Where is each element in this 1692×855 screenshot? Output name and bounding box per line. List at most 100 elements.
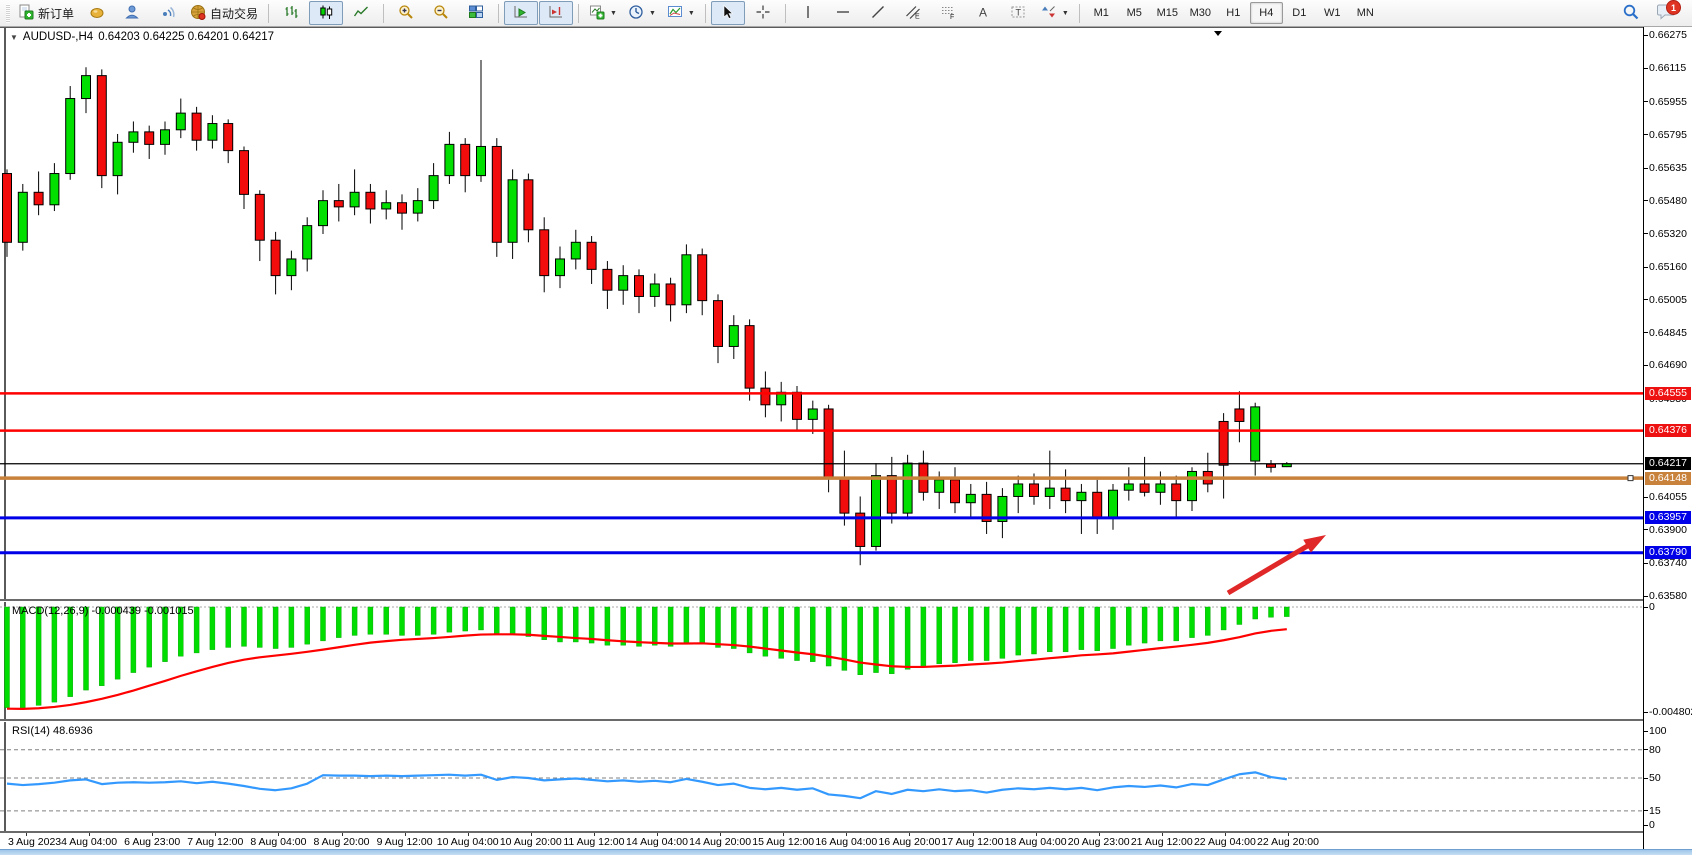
- cursor-arrow-icon: [720, 4, 736, 23]
- timeframe-button-m30[interactable]: M30: [1184, 2, 1217, 24]
- bull-candle: [1077, 492, 1086, 500]
- axis-tick: [1644, 168, 1648, 169]
- axis-tick: [1644, 200, 1648, 201]
- toolbar-grip[interactable]: [6, 4, 10, 23]
- timeframe-button-m15[interactable]: M15: [1151, 2, 1184, 24]
- timeframe-button-m1[interactable]: M1: [1085, 2, 1118, 24]
- equidistant-channel-icon: E: [905, 4, 921, 23]
- one-click-collapse-icon[interactable]: ▼: [10, 33, 18, 42]
- price-tick-label: 0.65005: [1649, 294, 1687, 307]
- chart-shift-marker[interactable]: [1214, 31, 1222, 36]
- bull-candle: [1124, 484, 1133, 490]
- rsi-axis-label: 100: [1649, 725, 1667, 738]
- rsi-axis-label: 0: [1649, 819, 1655, 832]
- price-axis[interactable]: 0.662750.661150.659550.657950.656350.654…: [1644, 27, 1692, 849]
- cursor-button[interactable]: [711, 1, 745, 25]
- fibonacci-icon: F: [940, 4, 956, 23]
- toolbar-separator: [1079, 4, 1080, 23]
- candlestick-series: [3, 60, 1292, 565]
- bull-candle: [966, 494, 975, 502]
- timeframe-button-w1[interactable]: W1: [1316, 2, 1349, 24]
- tile-windows-button[interactable]: [459, 1, 493, 25]
- bull-candle: [729, 326, 738, 347]
- macd-bar: [20, 607, 25, 709]
- bear-candle: [587, 242, 596, 269]
- clock-icon: [628, 4, 644, 23]
- rsi-axis-label: 50: [1649, 772, 1661, 785]
- macd-bar: [1126, 607, 1131, 645]
- new-order-button[interactable]: 新订单: [13, 1, 79, 25]
- line-chart-button[interactable]: [344, 1, 378, 25]
- search-button[interactable]: [1614, 1, 1648, 25]
- new-order-icon: [18, 4, 34, 23]
- macd-bar: [36, 607, 41, 705]
- bear-candle: [887, 476, 896, 514]
- macd-indicator-label: MACD(12,26,9) -0.000439 -0.001015: [12, 605, 194, 617]
- templates-button[interactable]: ▼: [662, 1, 700, 25]
- timeframe-button-h4[interactable]: H4: [1250, 2, 1283, 24]
- search-icon: [1622, 3, 1640, 24]
- zoom-out-button[interactable]: [424, 1, 458, 25]
- time-label: 14 Aug 20:00: [689, 836, 751, 848]
- periods-button[interactable]: ▼: [623, 1, 661, 25]
- macd-bar: [210, 607, 215, 650]
- svg-text:E: E: [915, 13, 920, 20]
- axis-tick: [1644, 529, 1648, 530]
- crosshair-button[interactable]: [746, 1, 780, 25]
- auto-scroll-button[interactable]: [504, 1, 538, 25]
- macd-axis-zero: 0: [1649, 601, 1655, 614]
- timeframe-button-h1[interactable]: H1: [1217, 2, 1250, 24]
- line-handle[interactable]: [1628, 476, 1633, 481]
- bull-candle: [872, 476, 881, 547]
- indicators-button[interactable]: ▼: [584, 1, 622, 25]
- macd-bar: [52, 607, 57, 702]
- rsi-pane[interactable]: [0, 721, 1643, 831]
- vertical-line-button[interactable]: [791, 1, 825, 25]
- text-label-button[interactable]: T: [1001, 1, 1035, 25]
- timeframe-button-mn[interactable]: MN: [1349, 2, 1382, 24]
- axis-tick: [1644, 731, 1648, 732]
- navigator-button[interactable]: [115, 1, 149, 25]
- macd-bar: [1269, 607, 1274, 617]
- market-watch-button[interactable]: [80, 1, 114, 25]
- chart-shift-button[interactable]: [539, 1, 573, 25]
- macd-bar: [431, 607, 436, 634]
- fibonacci-button[interactable]: F: [931, 1, 965, 25]
- signals-button[interactable]: [150, 1, 184, 25]
- rsi-axis-label: 15: [1649, 805, 1661, 818]
- main-chart-pane[interactable]: [0, 28, 1643, 599]
- trendline-button[interactable]: [861, 1, 895, 25]
- zoom-in-button[interactable]: [389, 1, 423, 25]
- macd-bar: [731, 607, 736, 649]
- macd-bar: [273, 607, 278, 649]
- bear-candle: [1267, 464, 1276, 467]
- rsi-line: [7, 772, 1287, 798]
- axis-tick: [1644, 825, 1648, 826]
- bull-candle: [808, 409, 817, 419]
- macd-bar: [99, 607, 104, 686]
- bear-candle: [635, 276, 644, 297]
- macd-bar: [352, 607, 357, 635]
- equidistant-channel-button[interactable]: E: [896, 1, 930, 25]
- axis-tick: [1644, 332, 1648, 333]
- text-button[interactable]: A: [966, 1, 1000, 25]
- macd-pane[interactable]: [0, 601, 1643, 719]
- bear-candle: [745, 326, 754, 389]
- horizontal-line-button[interactable]: [826, 1, 860, 25]
- bear-candle: [1061, 488, 1070, 501]
- bear-candle: [255, 194, 264, 240]
- bar-chart-button[interactable]: [274, 1, 308, 25]
- timeframe-button-d1[interactable]: D1: [1283, 2, 1316, 24]
- timeframe-button-m5[interactable]: M5: [1118, 2, 1151, 24]
- bull-candle: [682, 255, 691, 305]
- notifications-button[interactable]: 1: [1654, 2, 1678, 24]
- time-axis[interactable]: 3 Aug 20234 Aug 04:006 Aug 23:007 Aug 12…: [0, 833, 1643, 849]
- macd-bar: [384, 607, 389, 634]
- auto-trading-button[interactable]: 自动交易: [185, 1, 263, 25]
- time-label: 11 Aug 12:00: [563, 836, 624, 848]
- arrows-button[interactable]: ▼: [1036, 1, 1074, 25]
- annotation-arrow-head[interactable]: [1303, 535, 1326, 553]
- bear-candle: [1235, 409, 1244, 422]
- candlestick-chart-button[interactable]: [309, 1, 343, 25]
- time-label: 10 Aug 20:00: [500, 836, 562, 848]
